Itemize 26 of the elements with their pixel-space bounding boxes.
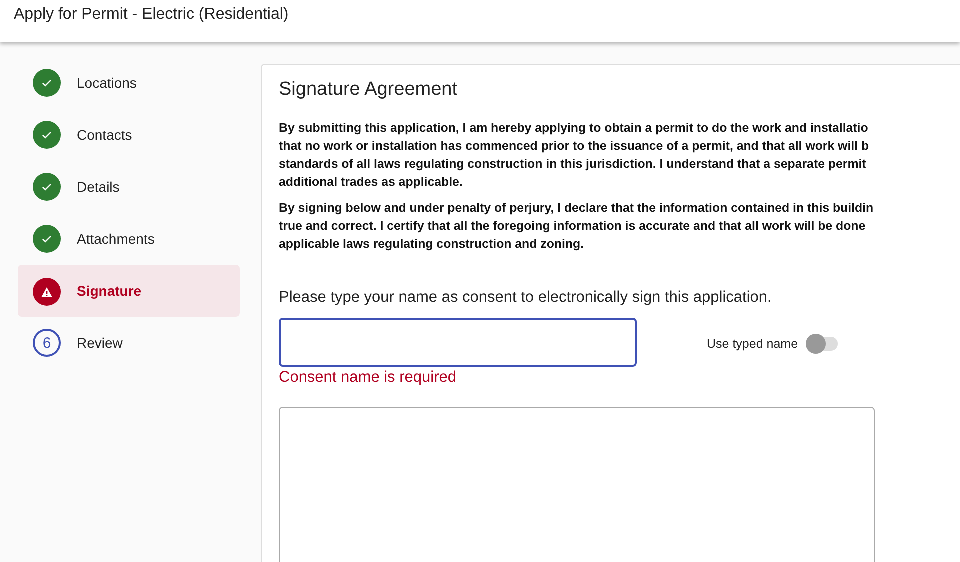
step-item[interactable]: Signature — [18, 265, 240, 317]
check-icon — [33, 121, 61, 149]
step-item[interactable]: Contacts — [18, 109, 240, 161]
agreement-text: By submitting this application, I am hereby applying to obtain a permit to do the work and installatio — [279, 120, 870, 137]
agreement-text: standards of all laws regulating construction in this jurisdiction. I understand that a separate permit — [279, 156, 868, 173]
agreement-text: By signing below and under penalty of perjury, I declare that the information contained in this buildin — [279, 200, 875, 217]
name-input-field[interactable] — [279, 318, 637, 367]
step-item[interactable]: 6 Review — [18, 317, 240, 369]
agreement-text: additional trades as applicable. — [279, 174, 464, 191]
card-title: Signature Agreement — [279, 79, 459, 101]
step-item[interactable]: Locations — [18, 57, 240, 109]
check-icon — [33, 225, 61, 253]
step-item[interactable]: Attachments — [18, 213, 240, 265]
warning-icon — [33, 278, 61, 306]
error-message: Consent name is required — [279, 369, 458, 387]
check-icon — [33, 173, 61, 201]
agreement-text: applicable laws regulating construction and zoning. — [279, 236, 585, 253]
consent-label: Please type your name as consent to electronically sign this application. — [279, 289, 773, 307]
page-title: Apply for Permit - Electric (Residential) — [14, 6, 289, 24]
toggle-switch[interactable] — [808, 336, 838, 350]
agreement-text: that no work or installation has commenced prior to the issuance of a permit, and that all work will b — [279, 138, 870, 155]
step-item[interactable]: Details — [18, 161, 240, 213]
check-icon — [33, 69, 61, 97]
agreement-text: true and correct. I certify that all the foregoing information is accurate and that all work will be done — [279, 218, 867, 235]
step-number: 6 — [33, 329, 61, 357]
toggle-label: Use typed name — [707, 336, 798, 350]
